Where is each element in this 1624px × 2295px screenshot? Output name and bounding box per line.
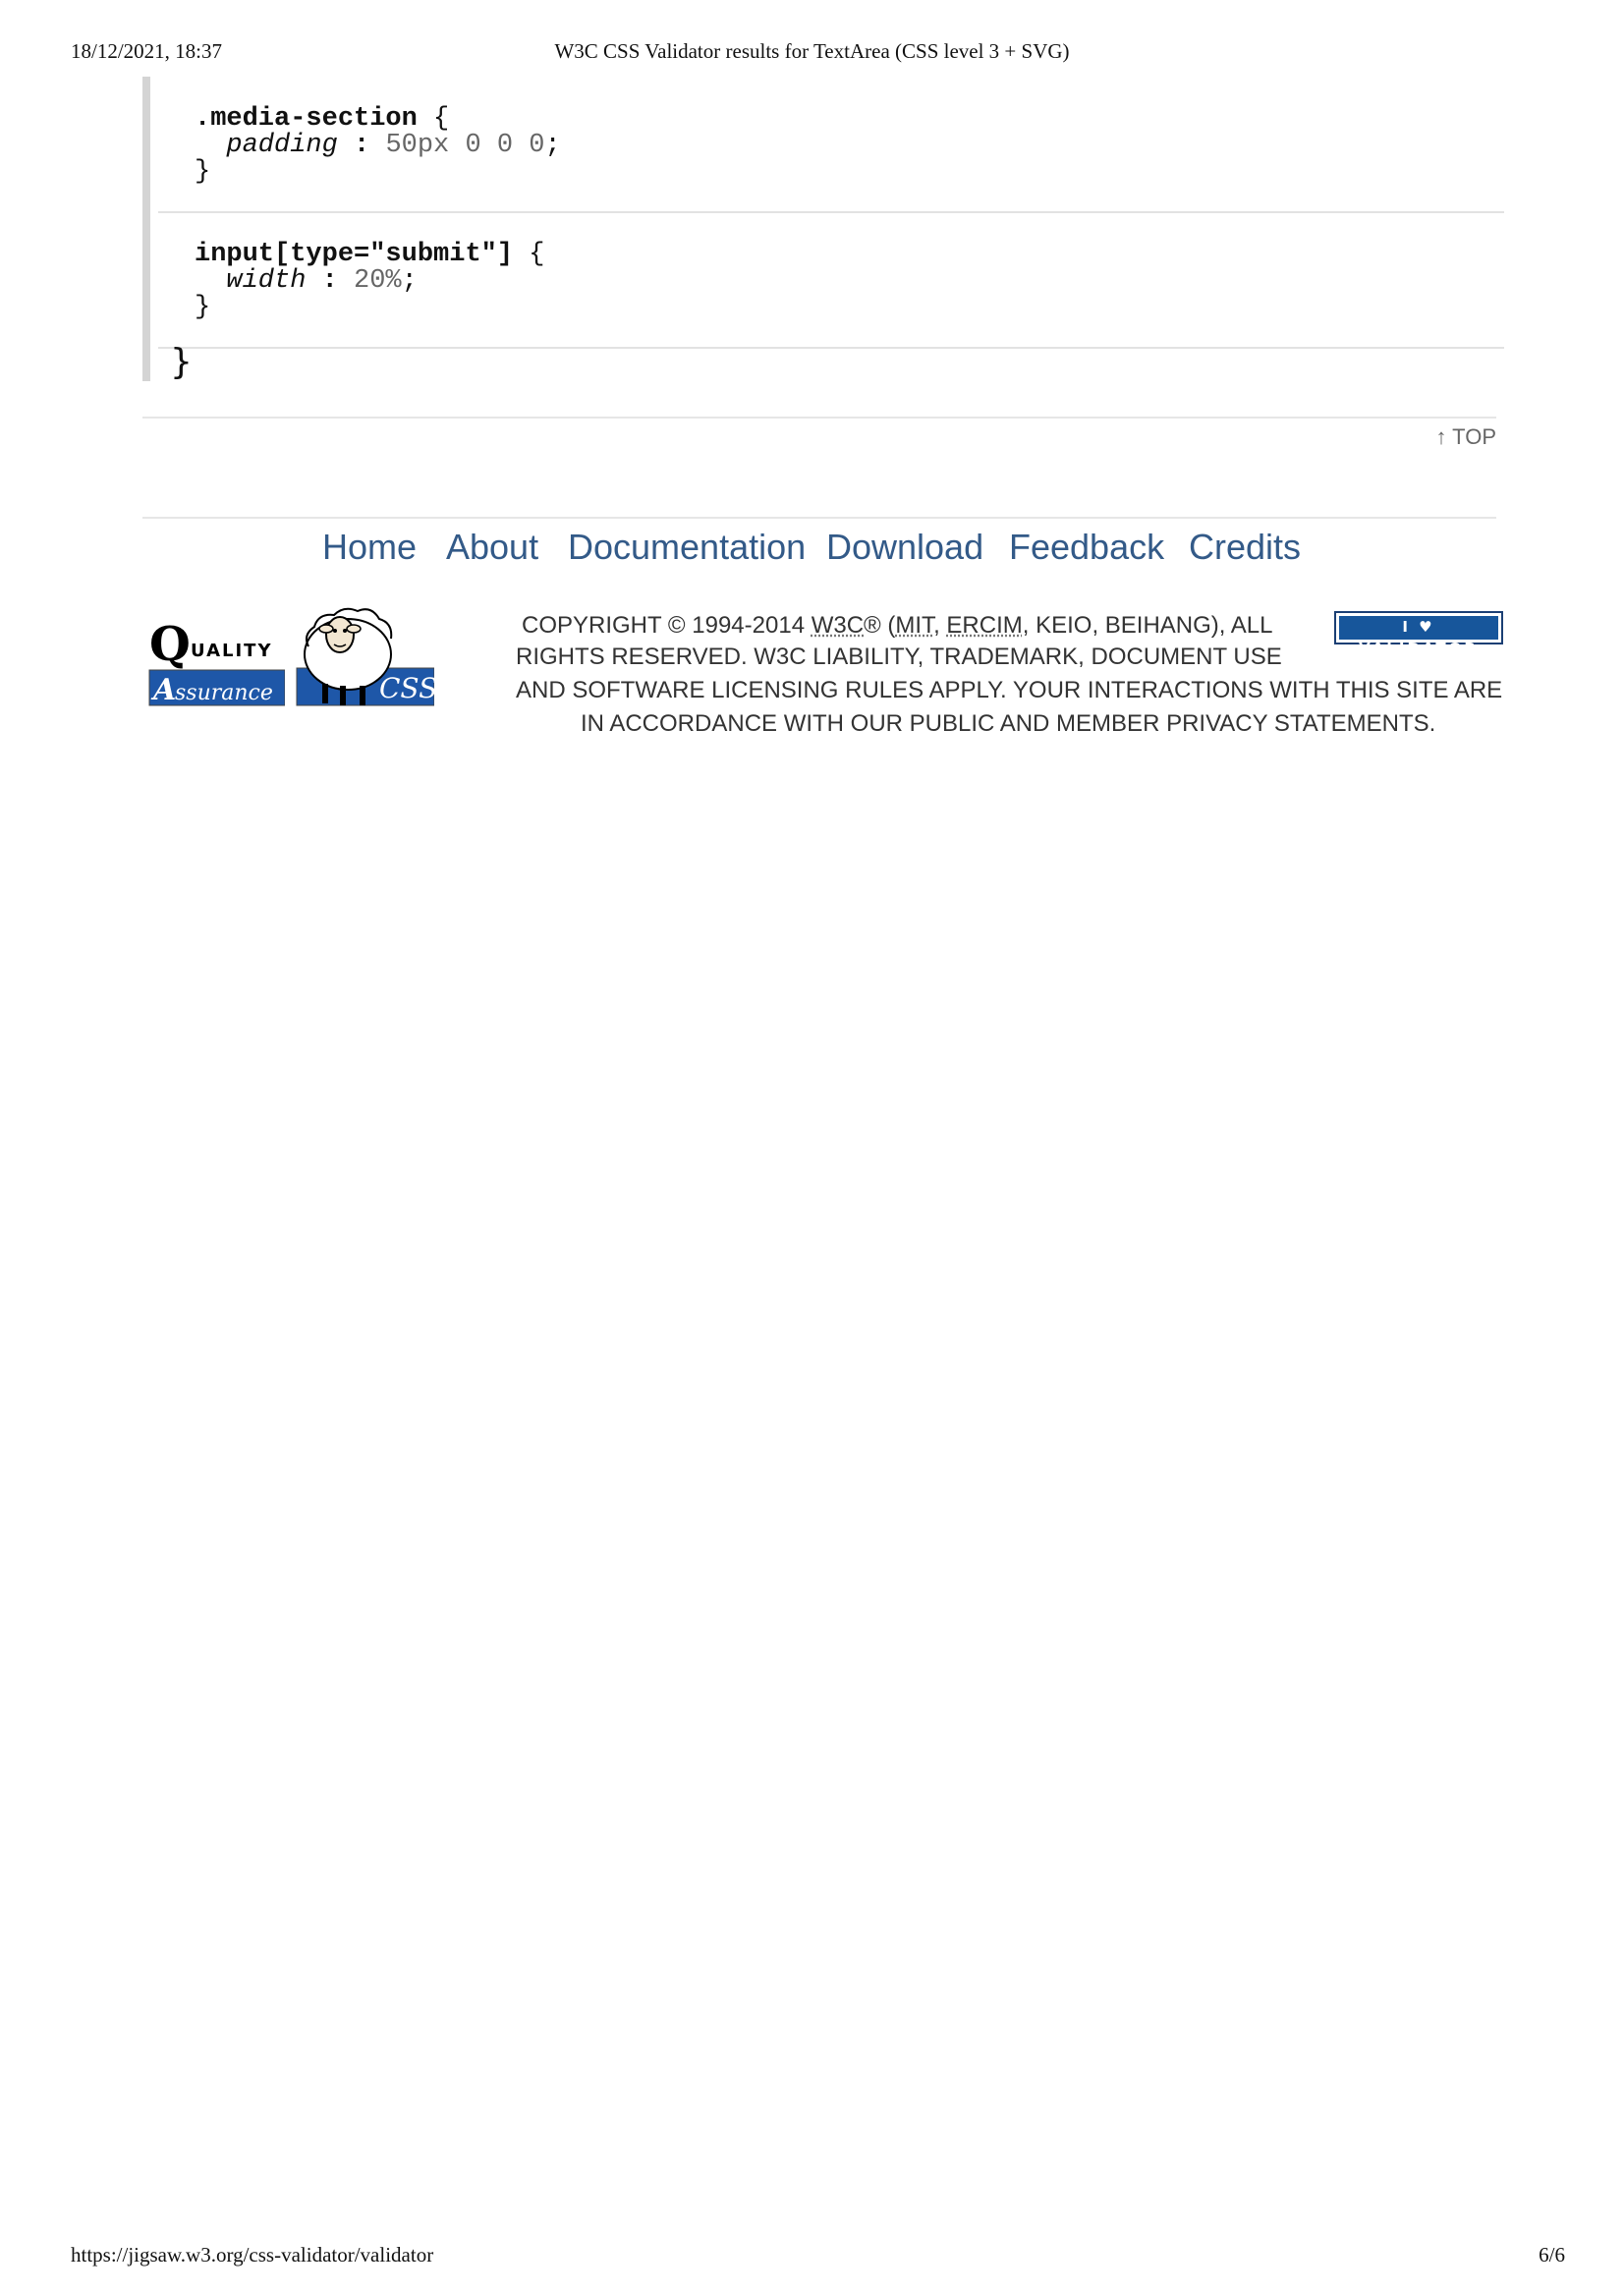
section-divider bbox=[142, 417, 1496, 419]
outer-close-brace: } bbox=[170, 342, 193, 382]
copyright-text: ® ( bbox=[864, 612, 896, 639]
css-value: 50px 0 0 0 bbox=[385, 131, 545, 160]
ercim-link[interactable]: ERCIM bbox=[946, 612, 1022, 639]
qa-word-bottom: ssurance bbox=[175, 681, 273, 705]
css-open-brace: { bbox=[529, 240, 545, 269]
copyright-text: , bbox=[933, 612, 947, 639]
print-title: W3C CSS Validator results for TextArea (… bbox=[554, 39, 1070, 63]
qa-word-top: UALITY bbox=[191, 641, 272, 661]
qa-letter-a: A bbox=[150, 673, 176, 707]
print-page-number: 6/6 bbox=[1539, 2243, 1565, 2267]
quality-assurance-logo[interactable]: Q UALITY A ssurance bbox=[147, 617, 285, 707]
validator-badge-label: I ♥ VALIDATOR bbox=[1339, 616, 1498, 657]
mit-link[interactable]: MIT bbox=[895, 612, 933, 639]
i-love-validator-badge[interactable]: I ♥ VALIDATOR bbox=[1334, 611, 1503, 657]
css-semicolon: ; bbox=[401, 266, 418, 296]
print-url: https://jigsaw.w3.org/css-validator/vali… bbox=[71, 2243, 434, 2267]
nav-documentation[interactable]: Documentation bbox=[568, 527, 806, 568]
qa-letter-q: Q bbox=[149, 617, 191, 672]
css-open-brace: { bbox=[433, 104, 450, 134]
css-selector: .media-section bbox=[195, 104, 418, 134]
css-validator-sheep-logo[interactable]: CSS bbox=[295, 607, 434, 707]
copyright-line-2: RIGHTS RESERVED. W3C LIABILITY, TRADEMAR… bbox=[516, 644, 1282, 670]
css-selector: input[type="submit"] bbox=[195, 240, 514, 269]
css-rule-media-section: .media-section { padding : 50px 0 0 0; } bbox=[195, 106, 561, 186]
print-footer: https://jigsaw.w3.org/css-validator/vali… bbox=[0, 2243, 1624, 2272]
nav-download[interactable]: Download bbox=[826, 527, 983, 568]
copyright-text: COPYRIGHT © 1994-2014 bbox=[522, 612, 812, 639]
rule-divider bbox=[158, 347, 1504, 349]
nav-feedback[interactable]: Feedback bbox=[1009, 527, 1164, 568]
css-property: width bbox=[226, 266, 307, 296]
footer-nav: Home About Documentation Download Feedba… bbox=[0, 527, 1624, 576]
css-colon: : bbox=[354, 131, 370, 160]
css-logo-label: CSS bbox=[379, 672, 434, 704]
footer-divider bbox=[142, 517, 1496, 519]
css-semicolon: ; bbox=[544, 131, 561, 160]
copyright-line-1: COPYRIGHT © 1994-2014 W3C® (MIT, ERCIM, … bbox=[522, 609, 1273, 643]
nav-home[interactable]: Home bbox=[322, 527, 417, 568]
css-close-brace: } bbox=[195, 157, 211, 187]
css-rule-input-submit: input[type="submit"] { width : 20%; } bbox=[195, 242, 544, 321]
nav-about[interactable]: About bbox=[446, 527, 538, 568]
rule-divider bbox=[158, 211, 1504, 213]
css-property: padding bbox=[226, 131, 338, 160]
css-value: 20% bbox=[354, 266, 402, 296]
css-colon: : bbox=[321, 266, 338, 296]
css-source-block: .media-section { padding : 50px 0 0 0; }… bbox=[142, 77, 1504, 382]
w3c-link[interactable]: W3C bbox=[812, 612, 864, 639]
css-close-brace: } bbox=[195, 293, 211, 322]
copyright-line-4: IN ACCORDANCE WITH OUR PUBLIC AND MEMBER… bbox=[581, 710, 1436, 737]
nav-credits[interactable]: Credits bbox=[1189, 527, 1301, 568]
copyright-text: , KEIO, BEIHANG), ALL bbox=[1022, 612, 1273, 639]
copyright-line-3: AND SOFTWARE LICENSING RULES APPLY. YOUR… bbox=[516, 677, 1503, 703]
back-to-top-link[interactable]: ↑ TOP bbox=[1435, 424, 1496, 450]
print-header: 18/12/2021, 18:37 W3C CSS Validator resu… bbox=[0, 39, 1624, 69]
